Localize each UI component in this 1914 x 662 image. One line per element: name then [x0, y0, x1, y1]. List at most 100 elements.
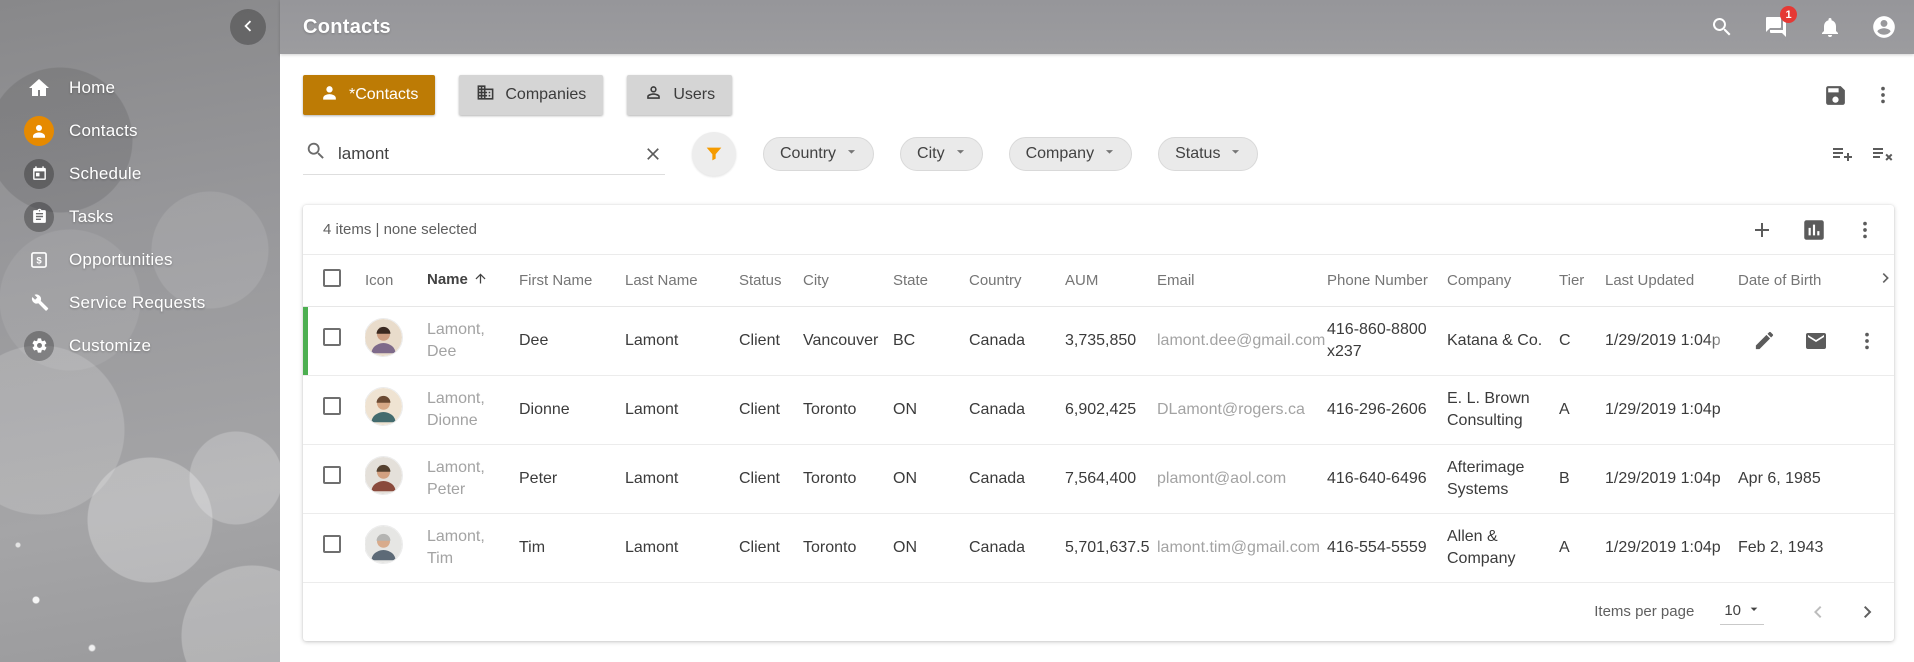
filter-chip-country[interactable]: Country	[763, 137, 874, 171]
column-header-icon[interactable]: Icon	[365, 255, 427, 306]
messages-icon[interactable]: 1	[1762, 13, 1790, 41]
bell-icon[interactable]	[1816, 13, 1844, 41]
contacts-table: Icon Name First Name Last Name Status Ci…	[303, 255, 1894, 583]
filter-chip-status[interactable]: Status	[1158, 137, 1258, 171]
sidebar-nav: Home Contacts Schedule Tasks	[0, 0, 280, 367]
sidebar-item-tasks[interactable]: Tasks	[0, 195, 280, 238]
tier-cell: B	[1559, 470, 1570, 487]
wrench-icon	[24, 288, 54, 318]
sidebar-item-service-requests[interactable]: Service Requests	[0, 281, 280, 324]
column-header-phone[interactable]: Phone Number	[1327, 255, 1447, 306]
column-header-company[interactable]: Company	[1447, 255, 1559, 306]
header-actions: 1	[1708, 13, 1898, 41]
filter-add-icon[interactable]	[1830, 142, 1854, 166]
save-icon[interactable]	[1823, 83, 1848, 108]
table-row[interactable]: Lamont, Dionne Dionne Lamont Client Toro…	[303, 375, 1894, 444]
kebab-menu-icon[interactable]	[1856, 330, 1878, 352]
account-icon[interactable]	[1870, 13, 1898, 41]
sidebar-item-contacts[interactable]: Contacts	[0, 109, 280, 152]
sidebar-collapse-button[interactable]	[230, 9, 266, 45]
tab-users[interactable]: Users	[627, 75, 732, 115]
row-checkbox[interactable]	[323, 535, 341, 553]
page-size-select[interactable]: 10	[1720, 599, 1764, 625]
sidebar-item-label: Home	[69, 78, 115, 98]
app-root: Home Contacts Schedule Tasks	[0, 0, 1914, 662]
dob-cell: Feb 2, 1943	[1738, 539, 1823, 556]
column-header-aum[interactable]: AUM	[1065, 255, 1157, 306]
filter-clear-icon[interactable]	[1870, 142, 1894, 166]
contact-avatar	[365, 526, 402, 563]
sidebar-item-schedule[interactable]: Schedule	[0, 152, 280, 195]
first-name-cell: Dionne	[519, 401, 570, 418]
city-cell: Vancouver	[803, 332, 878, 349]
row-checkbox[interactable]	[323, 328, 341, 346]
sidebar-item-home[interactable]: Home	[0, 66, 280, 109]
column-header-city[interactable]: City	[803, 255, 893, 306]
contact-avatar	[365, 319, 402, 356]
column-header-country[interactable]: Country	[969, 255, 1065, 306]
select-all-checkbox[interactable]	[323, 269, 341, 287]
tab-contacts[interactable]: *Contacts	[303, 75, 435, 115]
chip-label: Country	[780, 145, 836, 163]
kebab-menu-icon[interactable]	[1872, 84, 1894, 106]
search-icon[interactable]	[1708, 13, 1736, 41]
tab-companies[interactable]: Companies	[459, 75, 603, 115]
next-page-icon[interactable]	[1856, 600, 1880, 624]
filter-chip-city[interactable]: City	[900, 137, 983, 171]
contact-avatar	[365, 388, 402, 425]
status-cell: Client	[739, 539, 780, 556]
table-row[interactable]: Lamont, Dee Dee Lamont Client Vancouver …	[303, 306, 1894, 375]
contact-name: Lamont, Tim	[427, 528, 485, 567]
edit-pencil-icon[interactable]	[1753, 329, 1776, 352]
items-per-page-label: Items per page	[1594, 603, 1694, 620]
sidebar-item-label: Contacts	[69, 121, 138, 141]
column-header-dob[interactable]: Date of Birth	[1738, 255, 1876, 306]
opportunities-icon: $	[24, 245, 54, 275]
column-header-tier[interactable]: Tier	[1559, 255, 1605, 306]
column-header-email[interactable]: Email	[1157, 255, 1327, 306]
chart-icon[interactable]	[1801, 217, 1827, 243]
aum-cell: 7,564,400	[1065, 470, 1136, 487]
table-row[interactable]: Lamont, Tim Tim Lamont Client Toronto ON…	[303, 513, 1894, 582]
email-cell: lamont.tim@gmail.com	[1157, 539, 1320, 556]
row-checkbox[interactable]	[323, 397, 341, 415]
column-header-last-name[interactable]: Last Name	[625, 255, 739, 306]
city-cell: Toronto	[803, 470, 856, 487]
email-envelope-icon[interactable]	[1804, 329, 1828, 353]
previous-page-icon[interactable]	[1806, 600, 1830, 624]
tab-bar: *Contacts Companies Users	[303, 75, 1894, 115]
clear-search-icon[interactable]	[643, 144, 663, 164]
column-header-status[interactable]: Status	[739, 255, 803, 306]
table-row[interactable]: Lamont, Peter Peter Lamont Client Toront…	[303, 444, 1894, 513]
first-name-cell: Peter	[519, 470, 557, 487]
sidebar-item-customize[interactable]: Customize	[0, 324, 280, 367]
column-header-name[interactable]: Name	[427, 255, 519, 306]
column-header-last-updated[interactable]: Last Updated	[1605, 255, 1738, 306]
filter-chip-company[interactable]: Company	[1009, 137, 1132, 171]
search-input[interactable]	[338, 144, 632, 164]
sidebar-item-opportunities[interactable]: $ Opportunities	[0, 238, 280, 281]
building-icon	[476, 83, 495, 107]
aum-cell: 6,902,425	[1065, 401, 1136, 418]
dob-cell: Apr 6, 1985	[1738, 470, 1821, 487]
phone-cell: 416-554-5559	[1327, 539, 1427, 556]
search-icon	[305, 140, 327, 167]
sidebar-item-label: Opportunities	[69, 250, 173, 270]
kebab-menu-icon[interactable]	[1854, 219, 1876, 241]
email-cell: plamont@aol.com	[1157, 470, 1286, 487]
last-name-cell: Lamont	[625, 539, 678, 556]
row-checkbox[interactable]	[323, 466, 341, 484]
main-area: Contacts 1	[280, 0, 1914, 662]
status-cell: Client	[739, 332, 780, 349]
column-header-state[interactable]: State	[893, 255, 969, 306]
notification-badge: 1	[1780, 6, 1797, 23]
scroll-right-icon[interactable]	[1876, 255, 1894, 306]
filter-funnel-icon[interactable]	[692, 132, 736, 176]
column-header-first-name[interactable]: First Name	[519, 255, 625, 306]
chevron-down-icon	[952, 143, 969, 165]
last-name-cell: Lamont	[625, 470, 678, 487]
add-icon[interactable]	[1750, 218, 1774, 242]
paginator: Items per page 10	[303, 583, 1894, 641]
page-size-value: 10	[1724, 602, 1741, 619]
last-updated-cell: 1/29/2019 1:04p	[1605, 539, 1721, 556]
